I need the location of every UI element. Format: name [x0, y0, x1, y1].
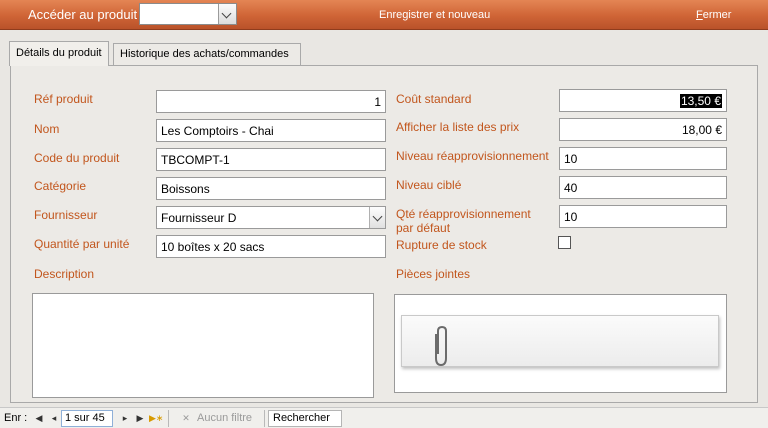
standard-cost-field[interactable]: 13,50 €: [559, 89, 727, 112]
default-reorder-qty-label: Qté réapprovisionnement par défaut: [396, 207, 531, 235]
supplier-combo[interactable]: Fournisseur D: [156, 206, 386, 229]
supplier-value: Fournisseur D: [161, 211, 237, 225]
price-list-label: Afficher la liste des prix: [396, 120, 520, 134]
standard-cost-value: 13,50 €: [679, 94, 722, 108]
category-field[interactable]: Boissons: [156, 177, 386, 200]
last-record-icon[interactable]: ▶: [134, 411, 146, 425]
goto-dropdown-button[interactable]: [218, 4, 236, 24]
divider: [264, 410, 265, 427]
next-record-icon[interactable]: ▸: [119, 411, 131, 425]
default-reorder-qty-field[interactable]: 10: [559, 205, 727, 228]
filter-status[interactable]: Aucun filtre: [197, 412, 252, 424]
product-ref-field[interactable]: 1: [156, 90, 386, 113]
supplier-dropdown-button[interactable]: [369, 207, 385, 228]
record-position-input[interactable]: 1 sur 45: [61, 410, 113, 427]
target-level-label: Niveau ciblé: [396, 178, 462, 192]
standard-cost-label: Coût standard: [396, 92, 472, 106]
name-field[interactable]: Les Comptoirs - Chai: [156, 119, 386, 142]
top-toolbar: Accéder au produit Enregistrer et nouvea…: [0, 0, 768, 30]
category-label: Catégorie: [34, 179, 87, 193]
previous-record-icon[interactable]: ◂: [48, 411, 60, 425]
stockout-label: Rupture de stock: [396, 238, 487, 252]
supplier-label: Fournisseur: [34, 208, 98, 222]
record-navigation-bar: Enr : ◀ ◂ 1 sur 45 ▸ ▶ ▶∗ ✕ Aucun filtre…: [0, 407, 768, 428]
product-ref-label: Réf produit: [34, 92, 93, 106]
name-label: Nom: [34, 122, 60, 136]
stockout-checkbox[interactable]: [558, 236, 571, 249]
description-field[interactable]: [32, 293, 374, 398]
attachments-label: Pièces jointes: [396, 267, 471, 281]
search-input[interactable]: Rechercher: [268, 410, 342, 427]
default-reorder-qty-label-line1: Qté réapprovisionnement: [396, 207, 531, 221]
price-list-field[interactable]: 18,00 €: [559, 118, 727, 141]
close-button-mnemonic: F: [696, 9, 703, 21]
first-record-icon[interactable]: ◀: [33, 411, 45, 425]
description-label: Description: [34, 267, 95, 281]
divider: [168, 410, 169, 427]
product-code-field[interactable]: TBCOMPT-1: [156, 148, 386, 171]
reorder-level-field[interactable]: 10: [559, 147, 727, 170]
tab-product-details[interactable]: Détails du produit: [9, 41, 109, 66]
record-label: Enr :: [4, 412, 28, 424]
attachments-field[interactable]: [394, 294, 727, 393]
default-reorder-qty-label-line2: par défaut: [396, 221, 451, 235]
qty-per-unit-field[interactable]: 10 boîtes x 20 sacs: [156, 235, 386, 258]
new-record-icon[interactable]: ▶∗: [149, 411, 163, 425]
attachment-card[interactable]: [401, 315, 719, 367]
close-button-rest: ermer: [702, 9, 732, 21]
close-button[interactable]: Fermer: [696, 9, 731, 21]
target-level-field[interactable]: 40: [559, 176, 727, 199]
save-and-new-button[interactable]: Enregistrer et nouveau: [379, 9, 490, 21]
goto-product-combo[interactable]: [139, 3, 237, 25]
reorder-level-label: Niveau réapprovisionnement: [396, 149, 549, 163]
paperclip-icon: [435, 326, 447, 367]
product-code-label: Code du produit: [34, 151, 120, 165]
qty-per-unit-label: Quantité par unité: [34, 237, 130, 251]
chevron-down-icon: [372, 211, 383, 222]
goto-product-label: Accéder au produit: [28, 7, 138, 22]
tab-purchase-history[interactable]: Historique des achats/commandes: [113, 43, 301, 65]
chevron-down-icon: [221, 8, 232, 19]
filter-icon[interactable]: ✕: [180, 411, 192, 425]
